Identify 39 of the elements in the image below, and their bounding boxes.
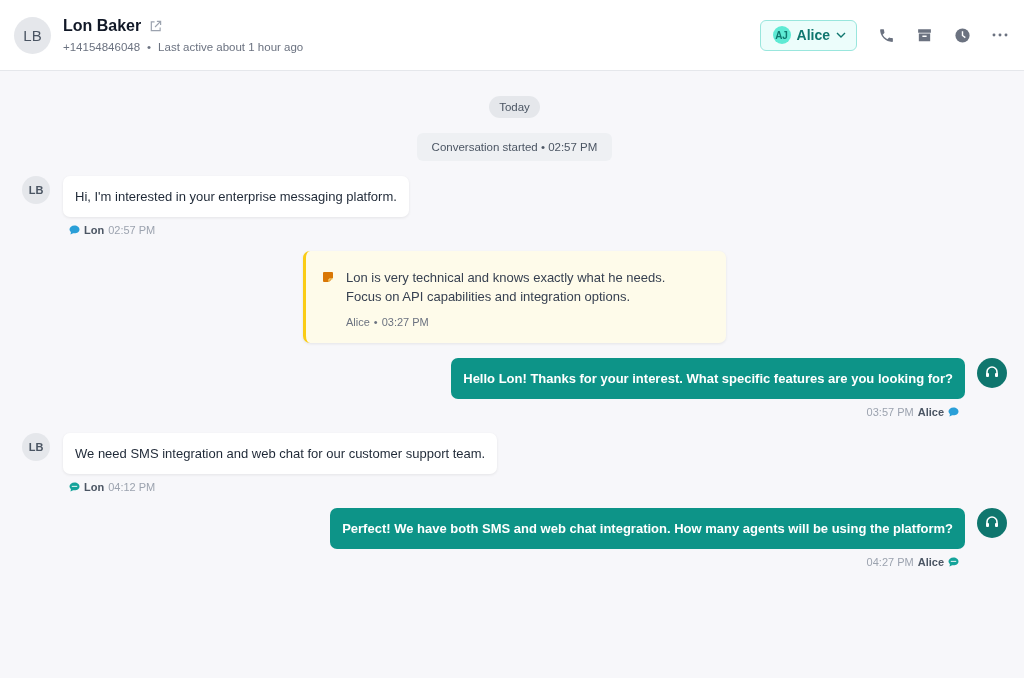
message-bubble: Hello Lon! Thanks for your interest. What specific features are you looking for?	[451, 358, 965, 399]
headset-avatar-icon	[977, 508, 1007, 538]
sender-name: Lon	[84, 224, 105, 236]
contact-avatar: LB	[22, 176, 50, 204]
chat-icon	[948, 407, 959, 417]
chat-icon	[69, 225, 80, 235]
separator-dot: •	[373, 316, 378, 328]
message-time: 03:57 PM	[866, 406, 914, 418]
message-bubble: Hi, I'm interested in your enterprise messaging platform.	[63, 176, 409, 217]
message-time: 02:57 PM	[108, 224, 156, 236]
chevron-down-icon	[836, 32, 846, 38]
sms-icon	[948, 557, 959, 567]
message-bubble: We need SMS integration and web chat for our customer support team.	[63, 433, 498, 474]
note-text: Lon is very technical and knows exactly what he needs. Focus on API capabilities and integration options.	[346, 269, 667, 306]
last-active-text: Last active about 1 hour ago	[158, 41, 304, 53]
note-time: 03:27 PM	[381, 316, 429, 328]
note-author: Alice	[346, 316, 370, 328]
sender-name: Lon	[84, 481, 105, 493]
contact-avatar: LB	[22, 433, 50, 461]
system-message: Conversation started • 02:57 PM	[416, 133, 613, 161]
headset-avatar-icon	[977, 358, 1007, 388]
separator-dot: •	[147, 41, 152, 53]
contact-phone: +14154846048	[63, 41, 141, 53]
external-link-icon[interactable]	[149, 19, 163, 33]
archive-icon[interactable]	[916, 26, 933, 44]
message-time: 04:27 PM	[866, 556, 914, 568]
sender-name: Alice	[917, 406, 944, 418]
contact-name: Lon Baker	[63, 17, 142, 35]
message-bubble: Perfect! We have both SMS and web chat integration. How many agents will be using the platform?	[330, 508, 965, 549]
more-icon[interactable]	[992, 33, 1008, 37]
clock-icon[interactable]	[954, 26, 971, 44]
sender-name: Alice	[917, 556, 944, 568]
contact-avatar: LB	[14, 16, 51, 54]
message-time: 04:12 PM	[108, 481, 156, 493]
date-divider: Today	[489, 96, 540, 118]
phone-icon[interactable]	[878, 26, 895, 44]
sms-icon	[69, 482, 80, 492]
note-icon	[322, 271, 334, 283]
assignee-dropdown[interactable]: AJ Alice	[759, 19, 857, 51]
